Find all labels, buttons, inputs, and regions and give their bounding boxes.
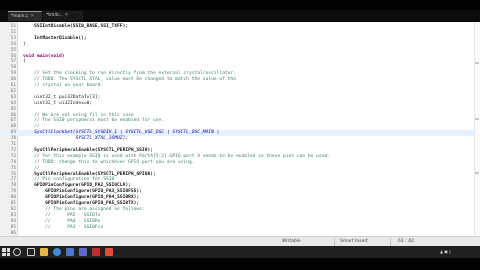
overview-ruler[interactable]	[474, 22, 480, 236]
editor-tab-bar: *main.c ✕ *tm4c.. ✕	[0, 10, 480, 22]
browser-icon[interactable]	[53, 248, 61, 256]
writable-status: Writable	[282, 239, 301, 244]
close-icon[interactable]: ✕	[30, 14, 34, 19]
ruler-mark[interactable]	[475, 118, 479, 120]
status-bar: Writable Smart Insert 61 : 42	[0, 236, 480, 246]
status-divider	[334, 238, 335, 246]
mail-icon[interactable]	[66, 248, 74, 256]
close-icon[interactable]: ✕	[65, 13, 69, 18]
start-icon[interactable]	[2, 248, 10, 256]
cursor-position: 61 : 42	[398, 239, 414, 244]
ruler-mark[interactable]	[475, 172, 479, 174]
tab-label: *main.c	[11, 14, 29, 19]
tab-main-c[interactable]: *main.c ✕	[8, 11, 42, 21]
tab-label: *tm4c..	[46, 13, 63, 18]
file-explorer-icon[interactable]	[40, 248, 48, 256]
ide-icon[interactable]	[92, 248, 100, 256]
task-view-icon[interactable]	[27, 248, 35, 256]
system-tray[interactable]: ▲ ◼ ◊	[440, 249, 451, 254]
insert-mode-status: Smart Insert	[340, 239, 368, 244]
screen-frame: *main.c ✕ *tm4c.. ✕ 51 SSIIntDisable(SSI0_…	[0, 0, 480, 270]
status-divider	[390, 238, 391, 246]
windows-taskbar: ▲ ◼ ◊	[0, 246, 480, 258]
ruler-mark[interactable]	[475, 62, 479, 64]
code-editor[interactable]: 51 SSIIntDisable(SSI0_BASE,SSI_TXFF); 52 5…	[0, 22, 480, 236]
store-icon[interactable]	[79, 248, 87, 256]
tab-header-file[interactable]: *tm4c.. ✕	[43, 11, 83, 21]
pdf-icon[interactable]	[105, 248, 113, 256]
search-icon[interactable]	[13, 248, 21, 256]
